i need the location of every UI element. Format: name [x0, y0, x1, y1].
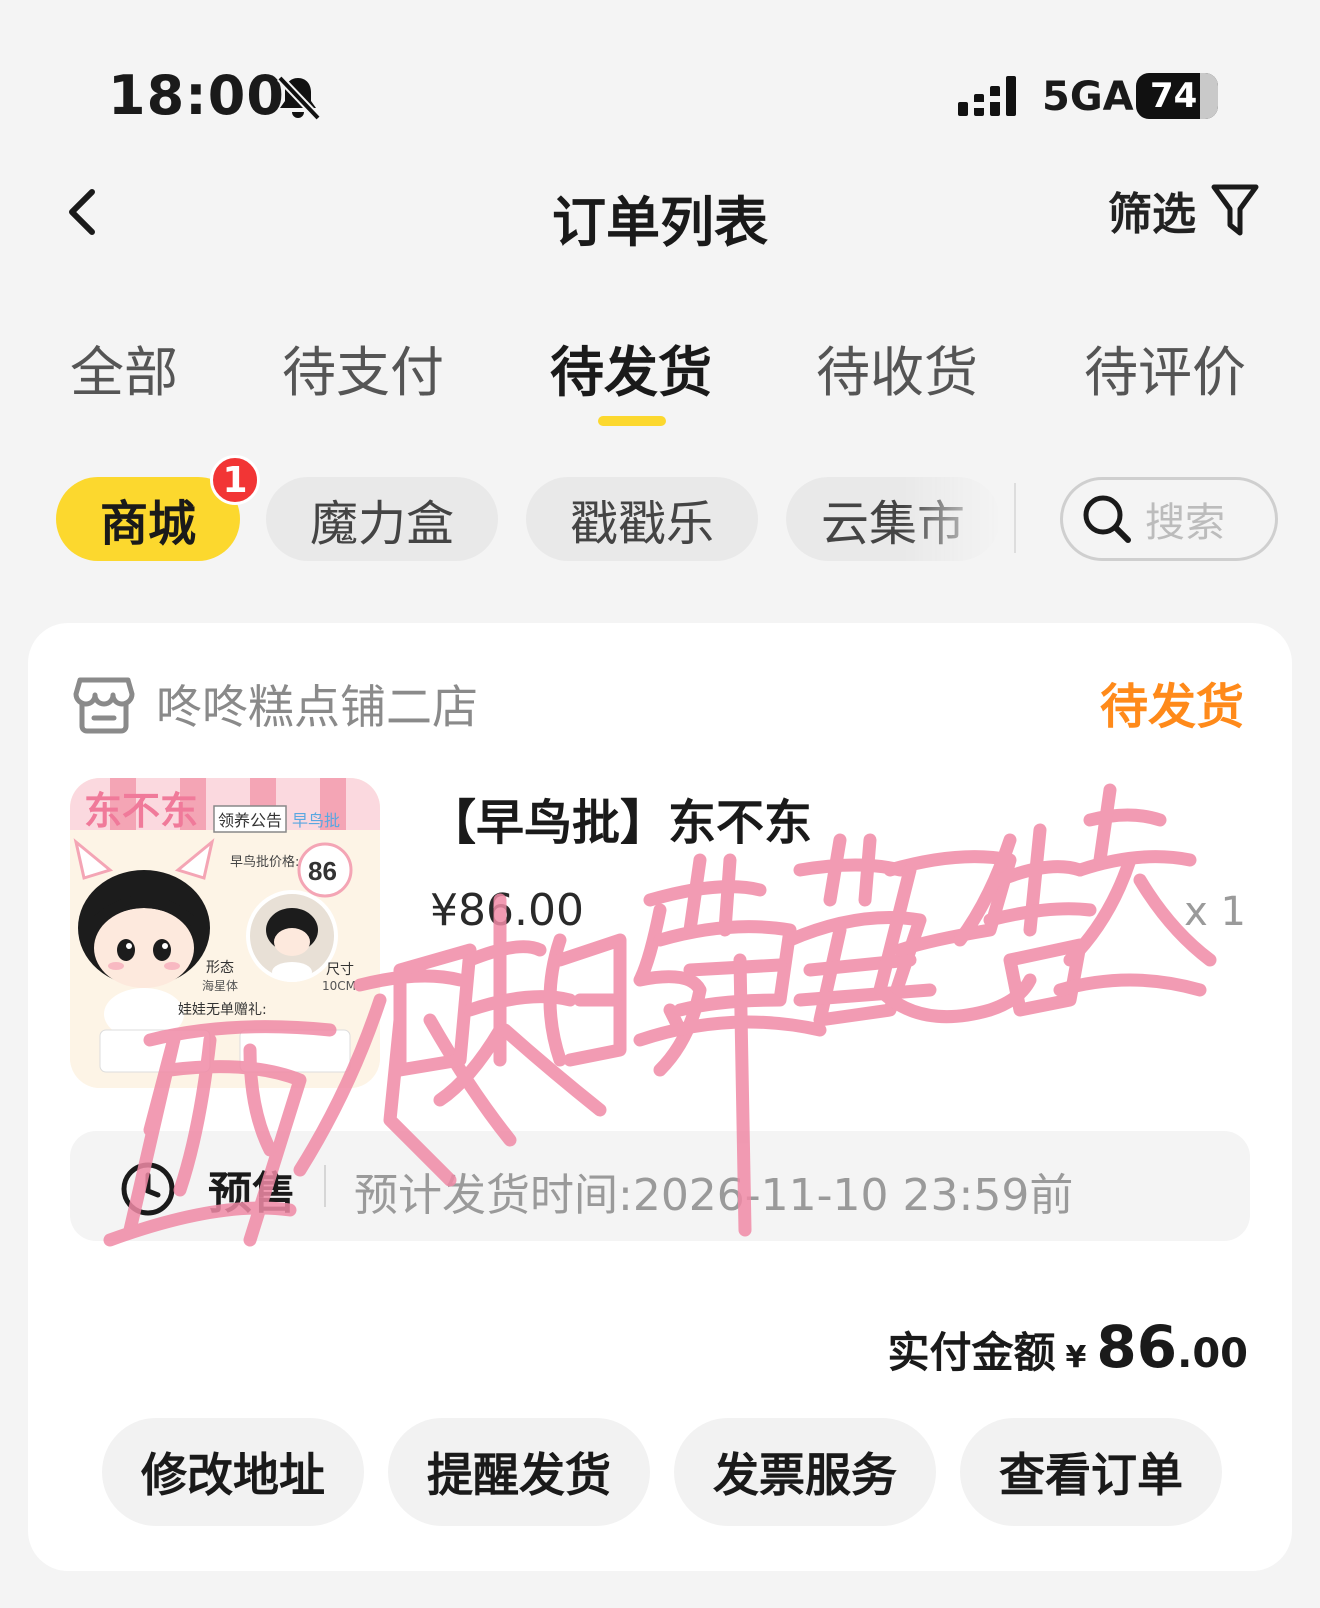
product-illustration: 东不东 领养公告 早鸟批 早鸟批价格: 86 形态 海星体 尺寸 10CM 娃娃… — [70, 778, 380, 1088]
active-tab-indicator — [598, 416, 666, 426]
order-tabs: 全部 待支付 待发货 待收货 待评价 — [0, 318, 1320, 428]
funnel-icon — [1211, 184, 1259, 236]
image-price-label: 早鸟批价格: — [230, 854, 299, 870]
invoice-service-button[interactable]: 发票服务 — [674, 1418, 936, 1526]
product-price: ¥86.00 — [430, 885, 584, 936]
battery-indicator: 74 — [1136, 73, 1218, 119]
chip-magic-box[interactable]: 魔力盒 — [266, 477, 498, 561]
filter-button[interactable]: 筛选 — [1108, 178, 1260, 242]
tab-pending-shipment[interactable]: 待发货 — [550, 328, 712, 407]
image-size-label: 尺寸 — [326, 962, 354, 978]
product-quantity: x 1 — [1184, 889, 1246, 935]
chip-label: 云集市 — [820, 496, 965, 552]
image-notice-text: 领养公告 — [218, 811, 282, 830]
bell-muted-icon — [277, 75, 321, 121]
paid-label: 实付金额 — [887, 1328, 1056, 1377]
signal-icon — [958, 76, 1016, 116]
paid-integer: 86 — [1096, 1313, 1178, 1381]
chip-label: 戳戳乐 — [569, 496, 714, 552]
chip-cloud-market[interactable]: 云集市 — [786, 477, 1000, 561]
paid-amount: 实付金额 ¥ 86 .00 — [888, 1313, 1248, 1381]
nav-bar: 订单列表 筛选 — [0, 160, 1320, 260]
network-type: 5GA — [1042, 74, 1134, 120]
paid-decimal: .00 — [1177, 1331, 1248, 1377]
search-input[interactable]: 搜索 — [1060, 477, 1278, 561]
image-form-label: 形态 — [206, 960, 234, 976]
shop-name: 咚咚糕点铺二店 — [156, 680, 478, 734]
presale-divider — [324, 1165, 326, 1207]
chip-label: 商城 — [99, 496, 196, 552]
image-early-text: 早鸟批 — [292, 811, 340, 830]
image-brand-text: 东不东 — [84, 791, 198, 833]
notification-badge: 1 — [210, 455, 260, 505]
view-order-button[interactable]: 查看订单 — [960, 1418, 1222, 1526]
clock-icon — [121, 1162, 175, 1216]
search-icon — [1083, 495, 1131, 543]
product-image[interactable]: 东不东 领养公告 早鸟批 早鸟批价格: 86 形态 海星体 尺寸 10CM 娃娃… — [70, 778, 380, 1088]
modify-address-button[interactable]: 修改地址 — [102, 1418, 364, 1526]
search-placeholder: 搜索 — [1145, 500, 1225, 546]
order-actions: 修改地址 提醒发货 发票服务 查看订单 — [102, 1418, 1282, 1528]
chip-label: 魔力盒 — [309, 496, 454, 552]
order-status: 待发货 — [1099, 679, 1244, 735]
presale-tag: 预售 — [208, 1168, 296, 1219]
image-gift-text: 娃娃无单赠礼: — [178, 1002, 267, 1018]
tab-all[interactable]: 全部 — [70, 328, 178, 407]
battery-level: 74 — [1150, 76, 1198, 116]
category-chips: 商城 1 魔力盒 戳戳乐 云集市 搜索 — [0, 455, 1320, 562]
chip-mall[interactable]: 商城 1 — [56, 455, 260, 561]
estimated-ship-time: 预计发货时间:2026-11-10 23:59前 — [354, 1170, 1074, 1221]
shop-link[interactable]: 咚咚糕点铺二店 — [72, 671, 478, 737]
chips-divider — [1014, 483, 1016, 553]
image-price-value: 86 — [308, 856, 337, 886]
chip-poke-fun[interactable]: 戳戳乐 — [526, 477, 758, 561]
tab-pending-receipt[interactable]: 待收货 — [816, 328, 978, 407]
image-size-value: 10CM — [322, 979, 356, 993]
order-card[interactable]: 咚咚糕点铺二店 待发货 东不东 领养公告 早鸟批 早鸟批价格: 86 形态 海星… — [28, 623, 1292, 1571]
paid-currency: ¥ — [1065, 1340, 1087, 1375]
status-time: 18:00 — [108, 64, 285, 127]
presale-info: 预售 预计发货时间:2026-11-10 23:59前 — [70, 1131, 1250, 1241]
remind-shipment-button[interactable]: 提醒发货 — [388, 1418, 650, 1526]
store-icon — [73, 677, 135, 734]
tab-pending-payment[interactable]: 待支付 — [282, 328, 444, 407]
tab-pending-review[interactable]: 待评价 — [1084, 328, 1246, 407]
filter-label: 筛选 — [1108, 189, 1196, 240]
product-title[interactable]: 【早鸟批】东不东 — [428, 783, 812, 853]
image-form-value: 海星体 — [202, 978, 238, 993]
